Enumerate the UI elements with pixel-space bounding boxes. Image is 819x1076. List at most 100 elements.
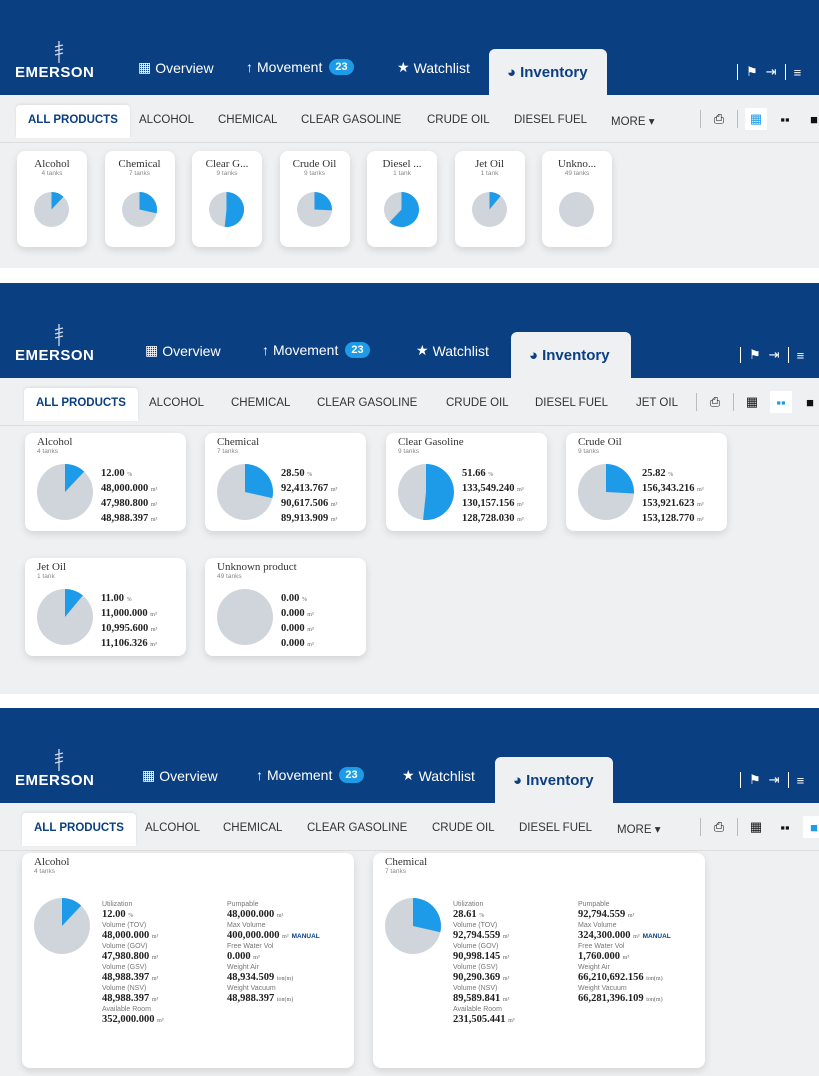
tab-clear-gasoline[interactable]: CLEAR GASOLINE	[301, 114, 401, 126]
value: 48,934.509	[227, 972, 275, 983]
compact-product-card[interactable]: Diesel ... 1 tank	[367, 151, 437, 247]
nav-inventory[interactable]: ◕ Inventory	[495, 757, 613, 803]
tab-chemical[interactable]: CHEMICAL	[218, 114, 277, 126]
tab-all-products[interactable]: ALL PRODUCTS	[16, 105, 130, 138]
medium-grid-view-icon[interactable]: ▪▪	[774, 108, 796, 130]
product-name: Chemical	[385, 856, 428, 868]
medium-grid-view-icon[interactable]: ▪▪	[770, 391, 792, 413]
divider	[740, 772, 741, 788]
tab-diesel-fuel[interactable]: DIESEL FUEL	[514, 114, 587, 126]
detail-product-card[interactable]: Alcohol 4 tanks Utilization 12.00 % Volume (…	[22, 853, 354, 1068]
compact-product-card[interactable]: Chemical 7 tanks	[104, 151, 175, 247]
logout-icon[interactable]: ⇥	[769, 347, 780, 363]
nav-watchlist[interactable]: ★ Watchlist	[416, 342, 489, 359]
pie-slice	[314, 192, 332, 211]
tab-diesel-fuel[interactable]: DIESEL FUEL	[535, 397, 608, 409]
small-grid-view-icon[interactable]: ▦	[745, 816, 767, 838]
nav-watchlist[interactable]: ★ Watchlist	[402, 767, 475, 784]
nav-movement[interactable]: ↑ Movement 23	[246, 59, 354, 75]
top-nav: EMERSON ▦ Overview ↑ Movement 23 ★ Watchlist…	[0, 708, 819, 803]
compact-product-card[interactable]: Crude Oil 9 tanks	[279, 151, 350, 247]
menu-icon[interactable]: ≡	[797, 348, 805, 363]
tab-alcohol[interactable]: ALCOHOL	[139, 114, 194, 126]
tab-jet-oil[interactable]: JET OIL	[636, 397, 678, 409]
menu-icon[interactable]: ≡	[797, 773, 805, 788]
flag-icon[interactable]: ⚑	[746, 64, 758, 80]
medium-product-card[interactable]: Alcohol 4 tanks 12.00 % 48,000.000 m³ 47,980…	[25, 433, 186, 531]
medium-product-card[interactable]: Crude Oil 9 tanks 25.82 % 156,343.216 m³ 153…	[566, 433, 727, 531]
unit: m³	[253, 955, 260, 961]
free_water-value: 1,760.000 m³	[578, 951, 671, 964]
small-grid-view-icon[interactable]: ▦	[741, 391, 763, 413]
product-tabs: ALL PRODUCTS ALCOHOL CHEMICAL CLEAR GASO…	[0, 95, 819, 143]
unit: m³	[502, 997, 510, 1003]
logout-icon[interactable]: ⇥	[769, 772, 780, 788]
tab-diesel-fuel[interactable]: DIESEL FUEL	[519, 822, 592, 834]
logout-icon[interactable]: ⇥	[766, 64, 777, 80]
tab-alcohol[interactable]: ALCOHOL	[145, 822, 200, 834]
unit: m³	[307, 627, 314, 633]
large-view-icon[interactable]: ■	[803, 108, 819, 130]
medium-product-card[interactable]: Clear Gasoline 9 tanks 51.66 % 133,549.240 …	[386, 433, 547, 531]
compact-product-card[interactable]: Alcohol 4 tanks	[17, 151, 87, 247]
arrow-up-icon: ↑	[246, 59, 253, 75]
tab-clear-gasoline[interactable]: CLEAR GASOLINE	[317, 397, 417, 409]
tab-crude-oil[interactable]: CRUDE OIL	[427, 114, 490, 126]
tab-clear-gasoline[interactable]: CLEAR GASOLINE	[307, 822, 407, 834]
nav-inventory[interactable]: ◕ Inventory	[489, 49, 607, 95]
tank-count: 9 tanks	[398, 448, 419, 455]
nav-overview[interactable]: ▦ Overview	[145, 342, 221, 359]
large-view-icon[interactable]: ■	[803, 816, 819, 838]
emerson-logo[interactable]: EMERSON	[15, 347, 94, 364]
tab-alcohol[interactable]: ALCOHOL	[149, 397, 204, 409]
unit: m³	[150, 627, 158, 633]
nav-overview[interactable]: ▦ Overview	[142, 767, 218, 784]
tab-crude-oil[interactable]: CRUDE OIL	[432, 822, 495, 834]
flag-icon[interactable]: ⚑	[749, 772, 761, 788]
manual-flag[interactable]: MANUAL	[292, 933, 320, 940]
medium-product-card[interactable]: Jet Oil 1 tank 11.00 % 11,000.000 m³ 10,995.…	[25, 558, 186, 656]
unit: %	[307, 472, 313, 478]
max_volume-label: Max Volume	[227, 922, 266, 929]
menu-icon[interactable]: ≡	[794, 65, 802, 80]
medium-product-card[interactable]: Chemical 7 tanks 28.50 % 92,413.767 m³ 90,61…	[205, 433, 366, 531]
tab-chemical[interactable]: CHEMICAL	[223, 822, 282, 834]
nsv-label: Volume (NSV)	[453, 985, 498, 992]
unit: m³	[150, 642, 157, 648]
print-icon[interactable]: ⎙	[708, 816, 730, 838]
divider	[733, 393, 734, 411]
tab-more[interactable]: MORE ▾	[611, 114, 654, 128]
tab-all-products[interactable]: ALL PRODUCTS	[22, 813, 136, 846]
tab-crude-oil[interactable]: CRUDE OIL	[446, 397, 509, 409]
nav-inventory[interactable]: ◕ Inventory	[511, 332, 631, 378]
nav-overview[interactable]: ▦ Overview	[138, 59, 214, 76]
nav-movement[interactable]: ↑ Movement 23	[262, 342, 370, 358]
medium-grid-view-icon[interactable]: ▪▪	[774, 816, 796, 838]
tab-all-products[interactable]: ALL PRODUCTS	[24, 388, 138, 421]
compact-product-card[interactable]: Unkno... 49 tanks	[542, 151, 612, 247]
product-tabs: ALL PRODUCTS ALCOHOL CHEMICAL CLEAR GASO…	[0, 378, 819, 426]
view-toolbar: ⎙ ▦ ▪▪ ■	[700, 816, 819, 838]
compact-product-card[interactable]: Clear G... 9 tanks	[192, 151, 262, 247]
tov-value: 48,000.000 m³	[102, 930, 164, 943]
small-grid-view-icon[interactable]: ▦	[745, 108, 767, 130]
tab-chemical[interactable]: CHEMICAL	[231, 397, 290, 409]
nav-watchlist[interactable]: ★ Watchlist	[397, 59, 470, 76]
emerson-logo[interactable]: EMERSON	[15, 64, 94, 81]
manual-flag[interactable]: MANUAL	[643, 933, 671, 940]
detail-product-card[interactable]: Chemical 7 tanks Utilization 28.61 % Volume …	[373, 853, 705, 1068]
print-icon[interactable]: ⎙	[708, 108, 730, 130]
large-view-icon[interactable]: ■	[799, 391, 819, 413]
nav-movement[interactable]: ↑ Movement 23	[256, 767, 364, 783]
print-icon[interactable]: ⎙	[704, 391, 726, 413]
product-name: Unkno...	[557, 158, 597, 170]
available-label: Available Room	[453, 1006, 502, 1013]
inventory-pie-icon: ◕	[507, 63, 517, 81]
tab-more[interactable]: MORE ▾	[617, 822, 660, 836]
medium-product-card[interactable]: Unknown product 49 tanks 0.00 % 0.000 m³ 0.0…	[205, 558, 366, 656]
compact-product-card[interactable]: Jet Oil 1 tank	[454, 151, 525, 247]
flag-icon[interactable]: ⚑	[749, 347, 761, 363]
emerson-logo[interactable]: EMERSON	[15, 772, 94, 789]
divider	[700, 818, 701, 836]
utilization-value: 11.00 %	[101, 592, 157, 607]
